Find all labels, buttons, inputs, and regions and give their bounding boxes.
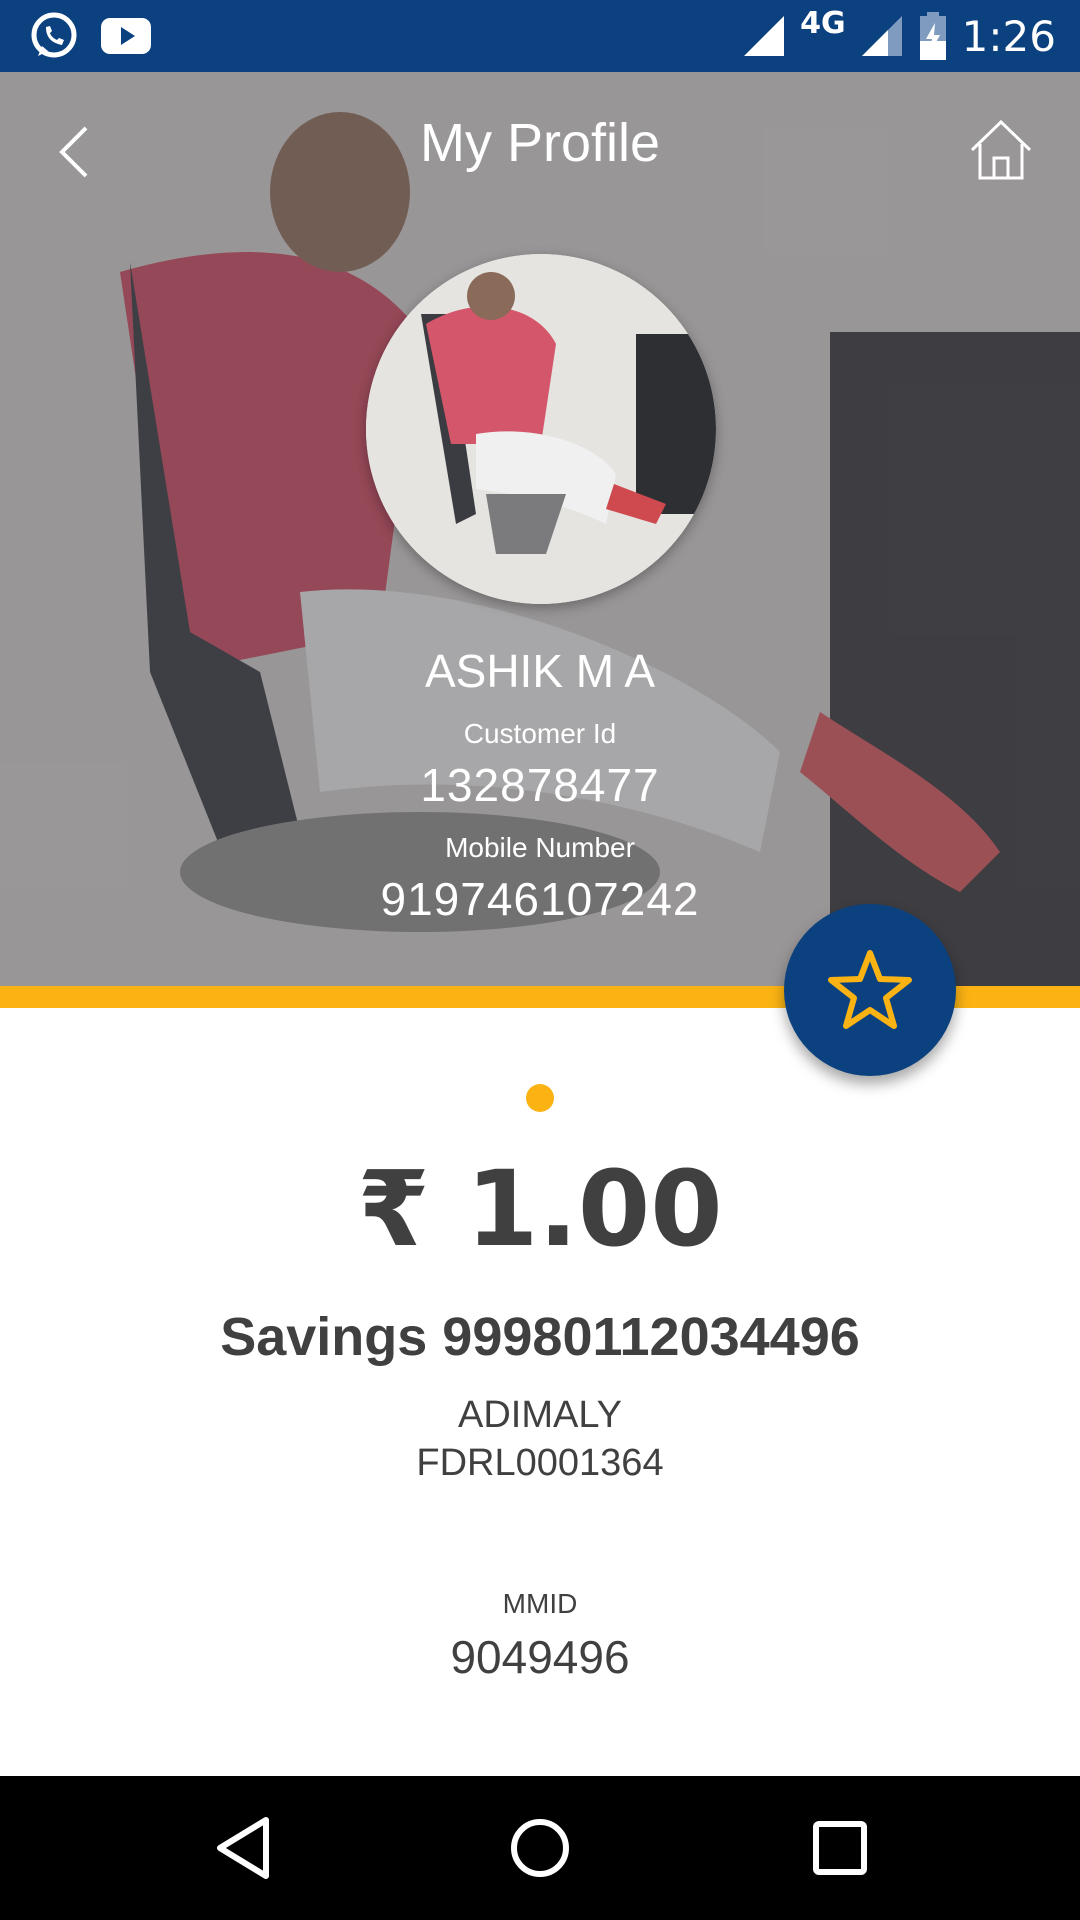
battery-charging-icon	[919, 12, 946, 60]
notification-icons	[28, 10, 152, 62]
signal-icon	[744, 16, 785, 56]
whatsapp-icon	[31, 12, 77, 58]
status-bar: 4G 1:26	[0, 0, 1080, 72]
triangle-back-icon	[217, 1817, 269, 1879]
square-recents-icon	[813, 1821, 867, 1875]
customer-id-label: Customer Id	[463, 718, 617, 749]
account-balance: ₹ 1.00	[357, 1148, 723, 1270]
home-button[interactable]	[968, 116, 1034, 182]
nav-home-button[interactable]	[504, 1812, 576, 1884]
page-indicator-dot[interactable]	[526, 1084, 554, 1112]
nav-recents-button[interactable]	[804, 1812, 876, 1884]
mobile-number-label: Mobile Number	[445, 832, 635, 863]
avatar-photo	[366, 254, 716, 604]
circle-home-icon	[511, 1819, 569, 1877]
page-title: My Profile	[419, 113, 661, 173]
customer-name: ASHIK M A	[424, 645, 656, 697]
youtube-icon	[101, 18, 151, 54]
avatar[interactable]	[366, 254, 716, 604]
network-type: 4G	[800, 5, 846, 41]
nav-back-button[interactable]	[206, 1812, 278, 1884]
star-icon	[828, 950, 912, 1029]
mmid-label: MMID	[502, 1588, 578, 1619]
ifsc-code: FDRL0001364	[416, 1442, 664, 1484]
system-status: 4G 1:26	[742, 0, 1056, 72]
clock: 1:26	[961, 11, 1056, 61]
home-icon	[970, 119, 1032, 180]
customer-id-value: 132878477	[420, 759, 660, 811]
favorite-button[interactable]	[784, 904, 956, 1076]
branch-name: ADIMALY	[457, 1394, 622, 1436]
signal-icon	[861, 16, 902, 56]
account-title: Savings 99980112034496	[220, 1307, 860, 1367]
system-navigation-bar	[0, 1776, 1080, 1920]
mmid-value: 9049496	[450, 1631, 630, 1683]
profile-header: My Profile ASHIK M A Customer Id 1328784…	[0, 72, 1080, 986]
